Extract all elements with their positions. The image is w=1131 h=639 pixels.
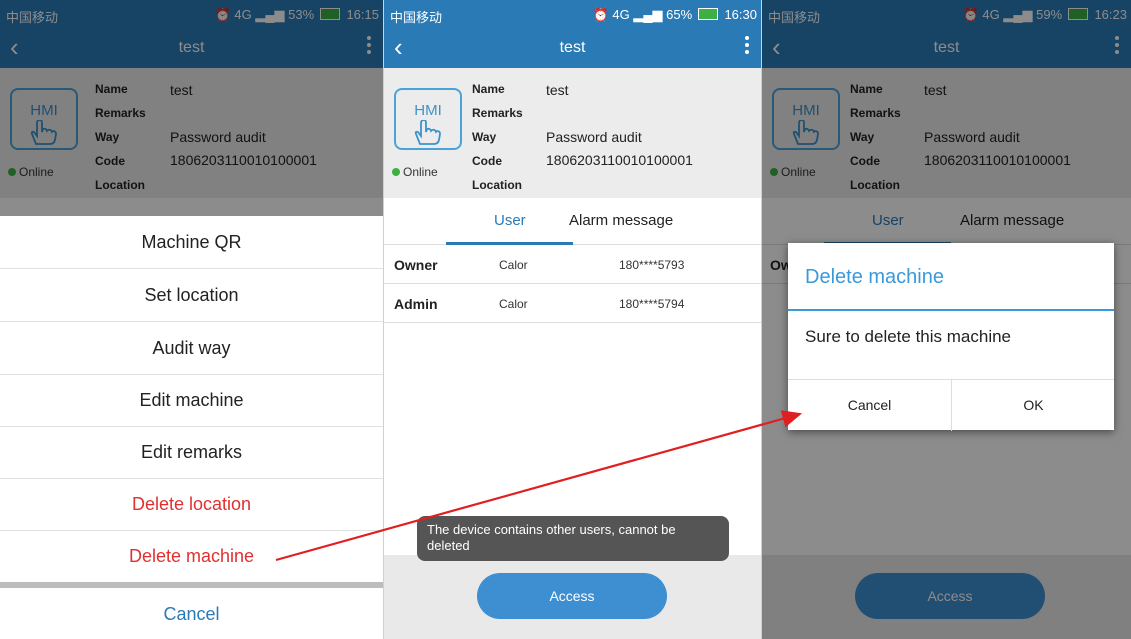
bottom-bar: Access bbox=[384, 555, 761, 639]
way-value: Password audit bbox=[546, 129, 642, 145]
way-label: Way bbox=[472, 130, 497, 144]
page-title: test bbox=[559, 39, 586, 56]
online-status: Online bbox=[392, 165, 438, 179]
alarm-icon: ⏰ bbox=[592, 7, 609, 22]
status-bar: 中国移动 ⏰ 4G ▂▄▆ 65% 16:30 bbox=[384, 0, 761, 28]
access-button[interactable]: Access bbox=[477, 573, 667, 619]
name-label: Name bbox=[472, 82, 505, 96]
location-label: Location bbox=[472, 178, 522, 192]
code-label: Code bbox=[472, 154, 502, 168]
network-label: 4G bbox=[612, 7, 630, 22]
tab-user[interactable]: User bbox=[494, 212, 526, 229]
dialog-title: Delete machine bbox=[805, 266, 944, 288]
code-value: 1806203110010100001 bbox=[546, 152, 693, 168]
edit-machine-option[interactable]: Edit machine bbox=[0, 374, 383, 427]
user-role: Owner bbox=[394, 257, 438, 273]
dialog-cancel-button[interactable]: Cancel bbox=[788, 380, 951, 431]
signal-icon: ▂▄▆ bbox=[633, 7, 663, 22]
user-phone: 180****5793 bbox=[619, 258, 685, 272]
audit-way-option[interactable]: Audit way bbox=[0, 322, 383, 375]
set-location-option[interactable]: Set location bbox=[0, 269, 383, 322]
hmi-logo-text: HMI bbox=[414, 102, 442, 119]
status-indicators: ⏰ 4G ▂▄▆ 65% 16:30 bbox=[593, 7, 757, 23]
user-name: Calor bbox=[499, 297, 528, 311]
user-name: Calor bbox=[499, 258, 528, 272]
device-info-card: HMI Online Name test Remarks Way Passwor… bbox=[384, 68, 761, 198]
table-row[interactable]: Admin Calor 180****5794 bbox=[384, 284, 761, 323]
hmi-logo-icon: HMI bbox=[394, 88, 462, 150]
machine-qr-option[interactable]: Machine QR bbox=[0, 216, 383, 269]
remarks-label: Remarks bbox=[472, 106, 523, 120]
cancel-option[interactable]: Cancel bbox=[0, 588, 383, 639]
overflow-menu-icon[interactable] bbox=[745, 36, 749, 57]
user-phone: 180****5794 bbox=[619, 297, 685, 311]
table-row[interactable]: Owner Calor 180****5793 bbox=[384, 245, 761, 284]
name-value: test bbox=[546, 82, 569, 98]
delete-location-option[interactable]: Delete location bbox=[0, 478, 383, 531]
toast-message: The device contains other users, cannot … bbox=[417, 516, 729, 561]
screen-action-menu: 中国移动 ⏰ 4G ▂▄▆ 53% 16:15 ‹ test HMI Onlin… bbox=[0, 0, 383, 639]
edit-remarks-option[interactable]: Edit remarks bbox=[0, 426, 383, 479]
dialog-ok-button[interactable]: OK bbox=[951, 380, 1115, 431]
battery-percent: 65% bbox=[666, 7, 693, 22]
battery-icon bbox=[697, 8, 718, 20]
screen-delete-dialog: 中国移动 ⏰ 4G ▂▄▆ 59% 16:23 ‹ test HMI Onlin… bbox=[762, 0, 1131, 639]
online-text: Online bbox=[403, 165, 438, 179]
tab-alarm-message[interactable]: Alarm message bbox=[569, 212, 673, 229]
dialog-message: Sure to delete this machine bbox=[805, 327, 1012, 346]
screen-user-list: 中国移动 ⏰ 4G ▂▄▆ 65% 16:30 ‹ test HMI Onlin… bbox=[384, 0, 761, 639]
dialog-title-divider bbox=[788, 309, 1114, 311]
action-sheet: Machine QR Set location Audit way Edit m… bbox=[0, 216, 383, 639]
user-role: Admin bbox=[394, 296, 438, 312]
hand-pointer-icon bbox=[414, 120, 441, 145]
online-dot-icon bbox=[392, 168, 400, 176]
delete-machine-option[interactable]: Delete machine bbox=[0, 530, 383, 583]
carrier-label: 中国移动 bbox=[390, 10, 443, 25]
tab-bar: User Alarm message bbox=[384, 198, 761, 245]
app-bar: ‹ test bbox=[384, 28, 761, 68]
clock: 16:30 bbox=[724, 7, 757, 22]
delete-machine-dialog: Delete machine Sure to delete this machi… bbox=[788, 243, 1114, 431]
dialog-button-row: Cancel OK bbox=[788, 379, 1114, 431]
